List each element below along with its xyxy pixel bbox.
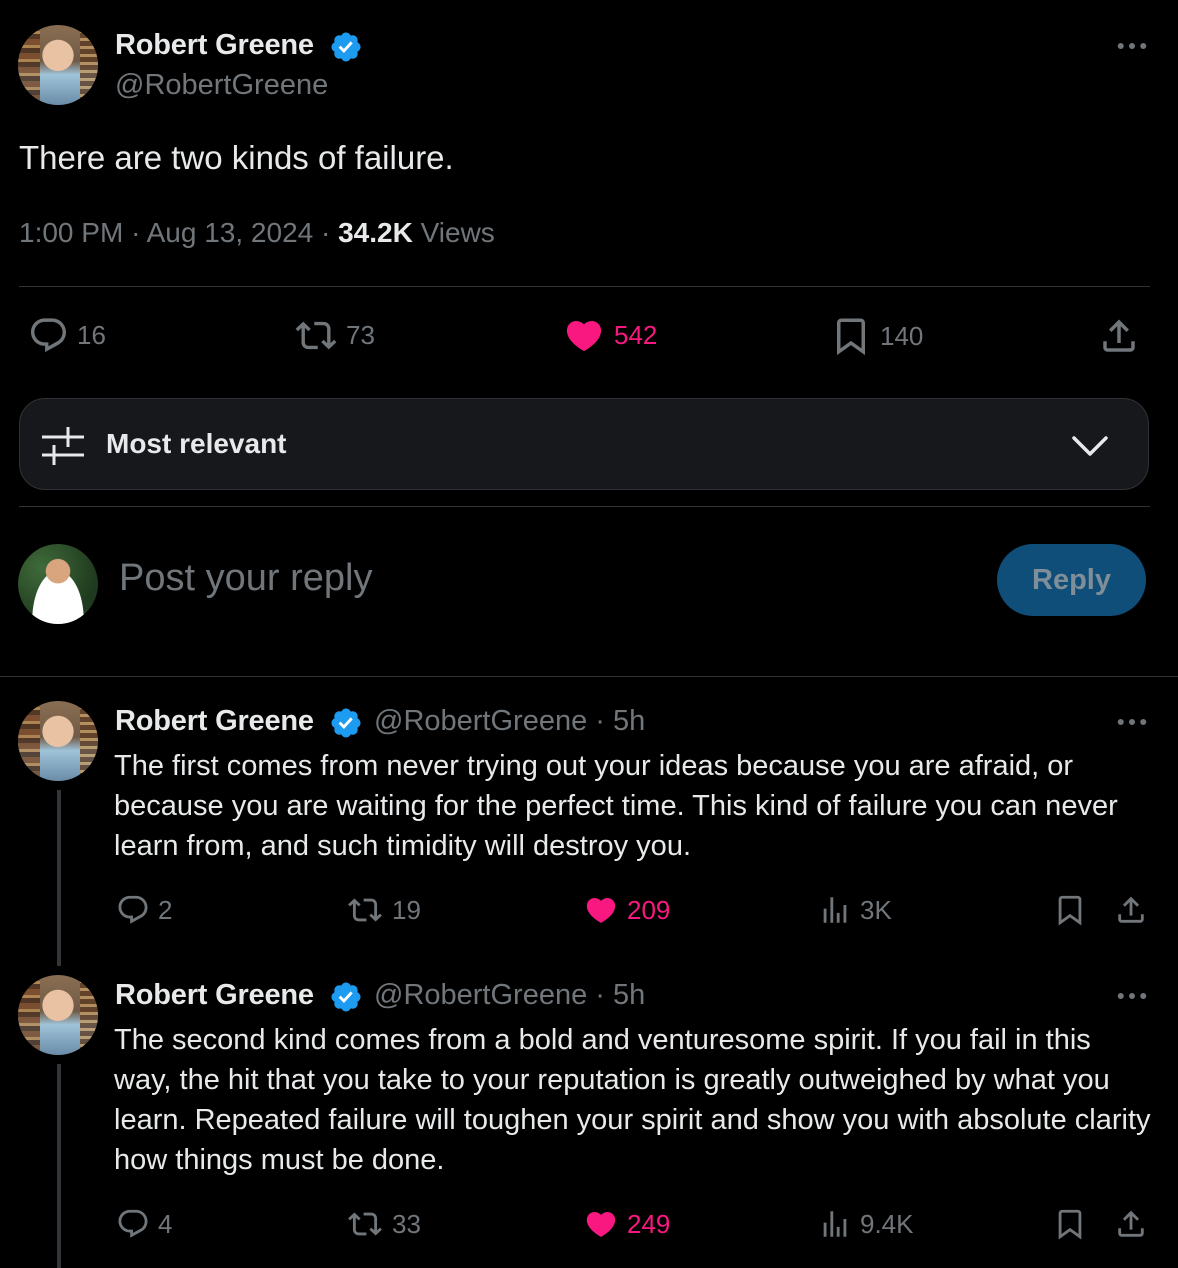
meta-separator: · <box>131 217 147 248</box>
like-button[interactable]: 542 <box>562 315 657 356</box>
thread-line <box>57 790 61 966</box>
divider <box>19 286 1150 287</box>
views-count: 34.2K <box>338 217 413 248</box>
bookmark-count: 140 <box>880 320 924 351</box>
retweet-icon <box>346 893 384 927</box>
share-icon[interactable] <box>1114 893 1148 927</box>
thread-line <box>57 1064 61 1268</box>
verified-badge-icon <box>329 706 363 740</box>
reply-count: 2 <box>158 894 173 925</box>
reply-input[interactable]: Post your reply <box>119 557 372 600</box>
author-handle[interactable]: @RobertGreene <box>115 69 328 102</box>
reply-author-handle[interactable]: @RobertGreene · 5h <box>374 979 645 1012</box>
reply-count: 4 <box>158 1208 173 1239</box>
reply-text: The second kind comes from a bold and ve… <box>114 1024 1151 1176</box>
divider <box>0 676 1178 677</box>
retweet-count: 33 <box>392 1208 421 1239</box>
like-button[interactable]: 249 <box>583 1207 670 1241</box>
reply-icon <box>28 315 69 356</box>
more-icon[interactable] <box>1116 717 1148 727</box>
reply-author-avatar[interactable] <box>18 701 98 781</box>
reply-author-handle[interactable]: @RobertGreene · 5h <box>374 705 645 738</box>
tweet-meta: 1:00 PM · Aug 13, 2024 · 34.2K Views <box>19 217 495 249</box>
retweet-count: 19 <box>392 894 421 925</box>
bookmark-icon[interactable] <box>1053 893 1087 927</box>
tweet-date[interactable]: Aug 13, 2024 <box>147 217 314 248</box>
bookmark-button[interactable]: 140 <box>830 315 923 357</box>
more-icon[interactable] <box>1116 41 1148 51</box>
retweet-button[interactable]: 33 <box>346 1207 421 1241</box>
like-count: 209 <box>627 894 671 925</box>
retweet-count: 73 <box>346 320 375 350</box>
sliders-icon <box>42 427 84 465</box>
reply-button[interactable]: 16 <box>28 315 106 356</box>
meta-separator: · <box>321 217 339 248</box>
retweet-button[interactable]: 73 <box>294 315 375 356</box>
verified-badge-icon <box>329 30 363 64</box>
bookmark-icon[interactable] <box>1053 1207 1087 1241</box>
views-icon <box>818 893 852 927</box>
reply-icon <box>116 893 150 927</box>
like-count: 249 <box>627 1208 671 1239</box>
reply-author-name[interactable]: Robert Greene <box>115 979 314 1012</box>
views-count: 9.4K <box>860 1208 914 1239</box>
views-label: Views <box>420 217 495 248</box>
like-button[interactable]: 209 <box>583 893 670 927</box>
chevron-down-icon <box>1072 436 1108 456</box>
retweet-icon <box>346 1207 384 1241</box>
heart-icon <box>562 315 606 356</box>
share-icon[interactable] <box>1114 1207 1148 1241</box>
retweet-icon <box>294 315 338 356</box>
reply-author-avatar[interactable] <box>18 975 98 1055</box>
reply-submit-button[interactable]: Reply <box>997 544 1146 616</box>
retweet-button[interactable]: 19 <box>346 893 421 927</box>
sort-label: Most relevant <box>106 428 287 459</box>
views-count: 3K <box>860 894 892 925</box>
reply-count: 16 <box>77 320 106 350</box>
author-name[interactable]: Robert Greene <box>115 29 314 62</box>
verified-badge-icon <box>329 980 363 1014</box>
reply-text: The first comes from never trying out yo… <box>114 750 1118 862</box>
my-avatar[interactable] <box>18 544 98 624</box>
more-icon[interactable] <box>1116 991 1148 1001</box>
bookmark-icon <box>830 315 872 357</box>
reply-button[interactable]: 4 <box>116 1207 172 1241</box>
share-icon[interactable] <box>1098 315 1140 357</box>
reply-icon <box>116 1207 150 1241</box>
divider <box>19 506 1150 507</box>
heart-icon <box>583 1207 619 1241</box>
views-button[interactable]: 9.4K <box>818 1207 914 1241</box>
heart-icon <box>583 893 619 927</box>
tweet-time[interactable]: 1:00 PM <box>19 217 123 248</box>
tweet-text: There are two kinds of failure. <box>19 139 454 176</box>
views-icon <box>818 1207 852 1241</box>
reply-author-name[interactable]: Robert Greene <box>115 705 314 738</box>
sort-dropdown[interactable]: Most relevant <box>19 398 1149 490</box>
author-avatar[interactable] <box>18 25 98 105</box>
views-button[interactable]: 3K <box>818 893 892 927</box>
like-count: 542 <box>614 320 658 350</box>
reply-button[interactable]: 2 <box>116 893 172 927</box>
